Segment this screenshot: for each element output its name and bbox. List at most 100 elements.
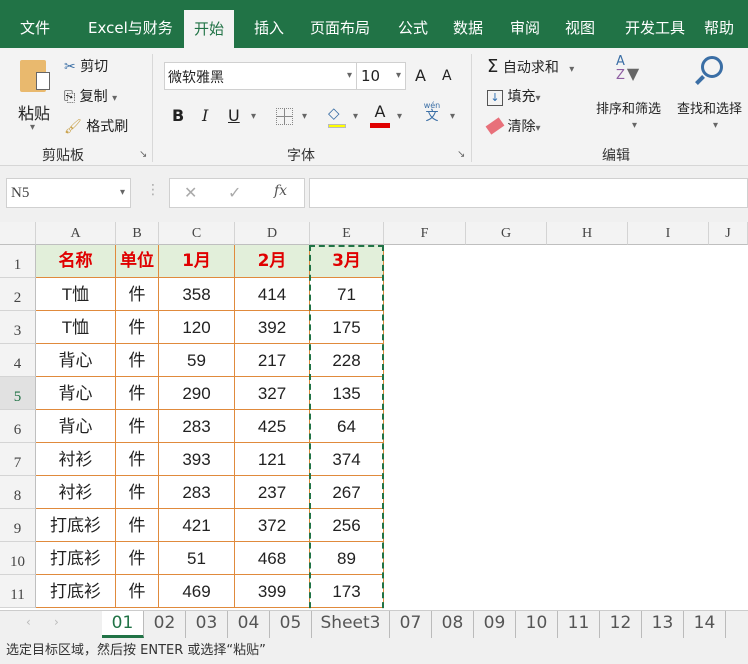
tab-8[interactable]: 视图 xyxy=(555,14,605,48)
table-cell[interactable]: 59 xyxy=(159,344,235,377)
table-cell[interactable]: 327 xyxy=(235,377,310,410)
table-cell[interactable]: 421 xyxy=(159,509,235,542)
row-header-2[interactable]: 2 xyxy=(0,278,36,311)
fill-button[interactable]: ↓ 填充▾ xyxy=(487,86,540,106)
clear-button[interactable]: 清除▾ xyxy=(485,116,540,136)
table-cell[interactable]: T恤 xyxy=(36,311,116,344)
font-name-select[interactable]: 微软雅黑 ▾ xyxy=(164,62,357,90)
font-color-button[interactable]: A xyxy=(370,102,390,128)
fill-color-icon[interactable]: ◇ xyxy=(328,104,346,128)
sheet-tab-12[interactable]: 12 xyxy=(600,611,642,638)
row-header-1[interactable]: 1 xyxy=(0,245,36,278)
sheet-tab-11[interactable]: 11 xyxy=(558,611,600,638)
cancel-icon[interactable]: ✕ xyxy=(184,183,197,202)
paste-button[interactable]: 粘贴 ▾ xyxy=(14,56,58,136)
sheet-tab-01[interactable]: 01 xyxy=(102,611,144,638)
sort-filter-button[interactable]: A Z ▼ 排序和筛选 ▾ xyxy=(596,54,674,142)
header-cell[interactable]: 单位 xyxy=(116,245,159,278)
table-cell[interactable]: 393 xyxy=(159,443,235,476)
column-header-I[interactable]: I xyxy=(628,222,709,245)
table-cell[interactable]: 背心 xyxy=(36,410,116,443)
column-header-F[interactable]: F xyxy=(384,222,466,245)
table-cell[interactable]: 121 xyxy=(235,443,310,476)
column-header-G[interactable]: G xyxy=(466,222,547,245)
sheet-tab-08[interactable]: 08 xyxy=(432,611,474,638)
tab-7[interactable]: 审阅 xyxy=(500,14,550,48)
table-cell[interactable]: 469 xyxy=(159,575,235,608)
row-header-5[interactable]: 5 xyxy=(0,377,36,410)
sheet-tab-02[interactable]: 02 xyxy=(144,611,186,638)
copy-button[interactable]: ⎘ 复制 ▾ xyxy=(64,86,117,106)
tab-10[interactable]: 帮助 xyxy=(694,14,744,48)
find-select-button[interactable]: 查找和选择 ▾ xyxy=(677,54,747,142)
dialog-launcher-icon[interactable]: ↘ xyxy=(457,149,465,160)
table-cell[interactable]: 件 xyxy=(116,410,159,443)
tab-3[interactable]: 插入 xyxy=(244,14,294,48)
row-header-6[interactable]: 6 xyxy=(0,410,36,443)
bold-button[interactable]: B xyxy=(172,106,184,125)
sheet-tab-05[interactable]: 05 xyxy=(270,611,312,638)
scroll-right-icon[interactable]: › xyxy=(54,615,59,629)
tab-9[interactable]: 开发工具 xyxy=(615,14,695,48)
table-cell[interactable]: 468 xyxy=(235,542,310,575)
column-header-E[interactable]: E xyxy=(310,222,384,245)
enter-icon[interactable]: ✓ xyxy=(228,183,241,202)
table-cell[interactable]: 51 xyxy=(159,542,235,575)
format-painter-button[interactable]: 🖌 格式刷 xyxy=(64,116,128,136)
table-cell[interactable]: 283 xyxy=(159,476,235,509)
column-header-J[interactable]: J xyxy=(709,222,748,245)
select-all-corner[interactable] xyxy=(0,222,36,245)
name-box[interactable]: N5 ▾ xyxy=(6,178,131,208)
tab-5[interactable]: 公式 xyxy=(388,14,438,48)
table-cell[interactable]: 件 xyxy=(116,575,159,608)
column-header-H[interactable]: H xyxy=(547,222,628,245)
table-cell[interactable]: 件 xyxy=(116,476,159,509)
worksheet-grid[interactable]: A B C D E F G H I J 1 2 3 4 5 6 7 8 9 10 11 名称 单位 1月 2月 3月 T恤件 358 4… xyxy=(0,222,748,628)
tab-0[interactable]: 文件 xyxy=(10,14,60,48)
sheet-tab-14[interactable]: 14 xyxy=(684,611,726,638)
table-cell[interactable]: 件 xyxy=(116,377,159,410)
table-cell[interactable]: 件 xyxy=(116,542,159,575)
column-header-B[interactable]: B xyxy=(116,222,159,245)
row-header-3[interactable]: 3 xyxy=(0,311,36,344)
table-cell[interactable]: 件 xyxy=(116,311,159,344)
sheet-tab-10[interactable]: 10 xyxy=(516,611,558,638)
sheet-tab-03[interactable]: 03 xyxy=(186,611,228,638)
table-cell[interactable]: 衬衫 xyxy=(36,476,116,509)
row-header-8[interactable]: 8 xyxy=(0,476,36,509)
sheet-tab-09[interactable]: 09 xyxy=(474,611,516,638)
chevron-down-icon[interactable]: ▾ xyxy=(251,111,256,122)
tab-2[interactable]: 开始 xyxy=(184,10,235,48)
table-cell[interactable]: 120 xyxy=(159,311,235,344)
drag-handle-icon[interactable]: ⋮ xyxy=(146,182,160,198)
row-header-9[interactable]: 9 xyxy=(0,509,36,542)
row-header-11[interactable]: 11 xyxy=(0,575,36,608)
table-cell[interactable]: 392 xyxy=(235,311,310,344)
table-cell[interactable]: 399 xyxy=(235,575,310,608)
underline-button[interactable]: U xyxy=(228,106,240,125)
header-cell[interactable]: 名称 xyxy=(36,245,116,278)
table-cell[interactable]: T恤 xyxy=(36,278,116,311)
font-size-select[interactable]: 10 ▾ xyxy=(356,62,406,90)
cut-button[interactable]: ✂ 剪切 xyxy=(64,56,108,76)
tab-1[interactable]: Excel与财务 xyxy=(78,14,183,48)
column-header-C[interactable]: C xyxy=(159,222,235,245)
row-header-4[interactable]: 4 xyxy=(0,344,36,377)
table-cell[interactable]: 425 xyxy=(235,410,310,443)
table-cell[interactable]: 打底衫 xyxy=(36,575,116,608)
table-cell[interactable]: 237 xyxy=(235,476,310,509)
table-cell[interactable]: 件 xyxy=(116,344,159,377)
table-cell[interactable]: 打底衫 xyxy=(36,509,116,542)
chevron-down-icon[interactable]: ▾ xyxy=(302,111,307,122)
tab-6[interactable]: 数据 xyxy=(443,14,493,48)
italic-button[interactable]: I xyxy=(202,106,208,125)
table-cell[interactable]: 372 xyxy=(235,509,310,542)
table-cell[interactable]: 衬衫 xyxy=(36,443,116,476)
formula-input[interactable] xyxy=(309,178,748,208)
column-header-D[interactable]: D xyxy=(235,222,310,245)
autosum-button[interactable]: Σ 自动求和 ▾ xyxy=(487,56,574,77)
table-cell[interactable]: 打底衫 xyxy=(36,542,116,575)
sheet-tab-04[interactable]: 04 xyxy=(228,611,270,638)
increase-font-size-button[interactable]: A xyxy=(415,66,426,85)
header-cell[interactable]: 1月 xyxy=(159,245,235,278)
